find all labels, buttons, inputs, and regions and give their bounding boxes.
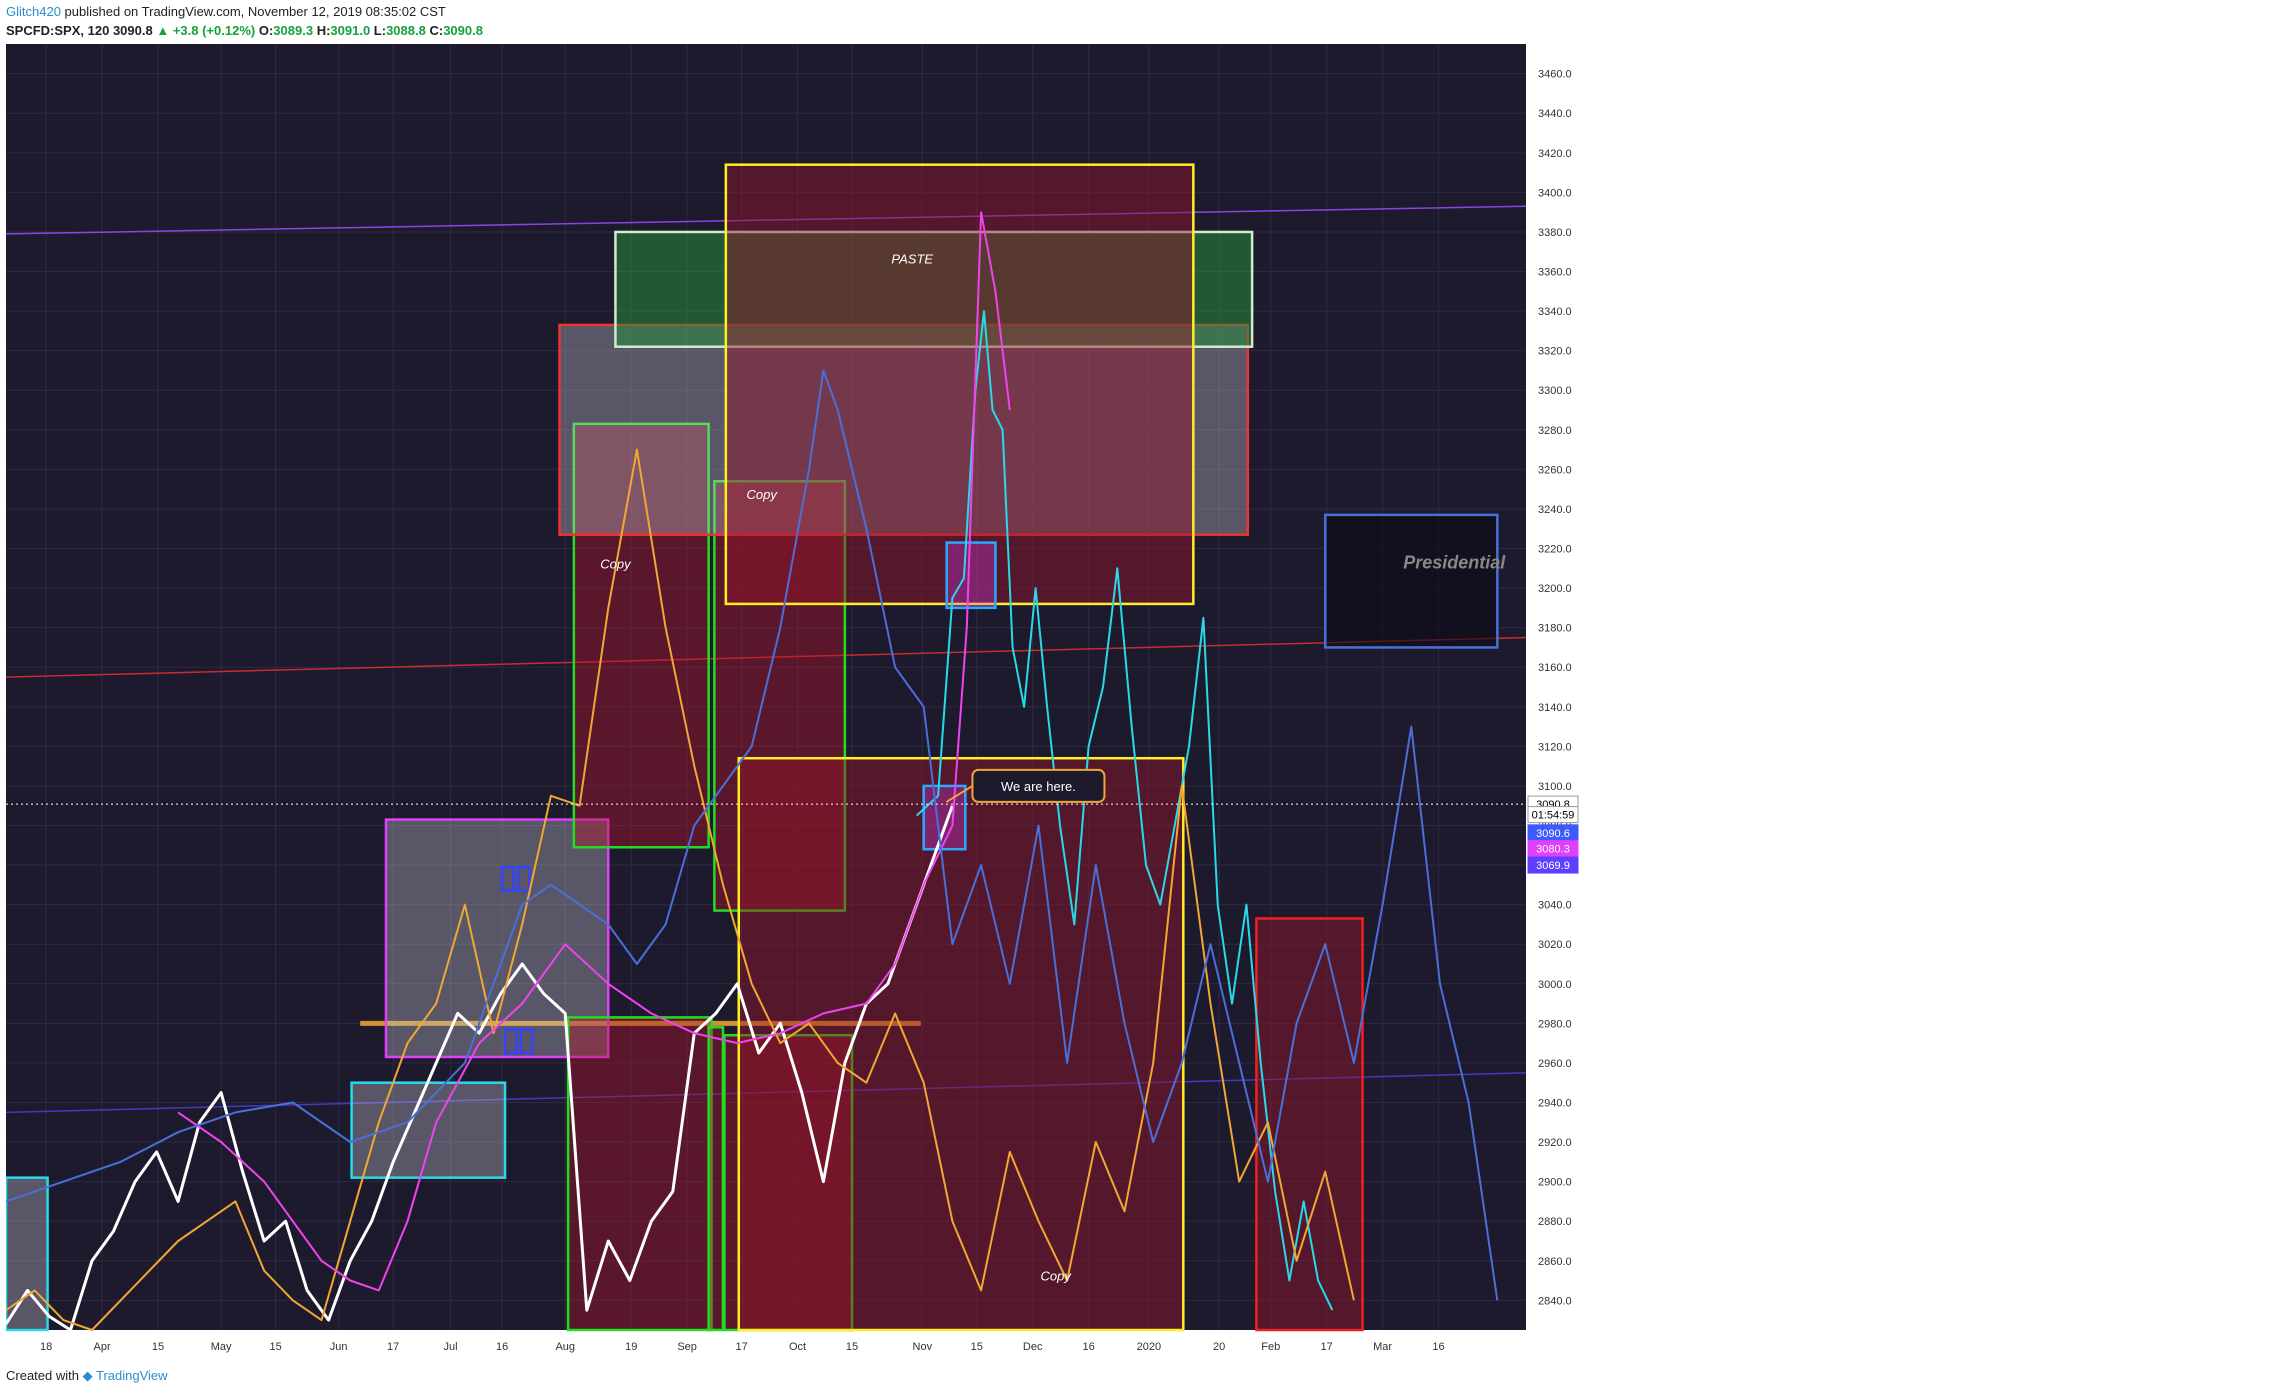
x-tick-label: 17	[387, 1341, 399, 1353]
publish-info: Glitch420 published on TradingView.com, …	[6, 4, 446, 19]
x-tick-label: 20	[1213, 1341, 1225, 1353]
low-label: L:	[373, 23, 387, 38]
zone-box	[707, 1026, 725, 1332]
zone-box	[519, 1028, 534, 1055]
y-tick-label: 3280.0	[1538, 425, 1572, 437]
y-tick-label: 3260.0	[1538, 464, 1572, 476]
zone-box	[503, 1028, 518, 1055]
y-tick-label: 3220.0	[1538, 544, 1572, 556]
y-tick-label: 2860.0	[1538, 1256, 1572, 1268]
chart-annotation: Copy	[600, 556, 632, 571]
open-value: 3089.3	[273, 23, 314, 38]
y-tick-label: 3020.0	[1538, 939, 1572, 951]
x-tick-label: Jul	[443, 1341, 457, 1353]
symbol-info: SPCFD:SPX, 120 3090.8 ▲ +3.8 (+0.12%) O:…	[6, 23, 483, 38]
chart-annotation: Copy	[747, 487, 779, 502]
y-tick-label: 3400.0	[1538, 187, 1572, 199]
footer: Created with ◆ TradingView	[6, 1368, 168, 1384]
low-value: 3088.8	[386, 23, 426, 38]
y-tick-label: 2880.0	[1538, 1216, 1572, 1228]
zone-box	[500, 865, 515, 893]
y-tick-label: 3300.0	[1538, 385, 1572, 397]
x-tick-label: Aug	[555, 1341, 575, 1353]
chart-annotation: Copy	[1040, 1269, 1072, 1284]
last-price: 3090.8	[112, 23, 153, 38]
x-tick-label: Feb	[1261, 1341, 1280, 1353]
chart-annotation: PASTE	[891, 252, 933, 267]
y-tick-label: 3140.0	[1538, 702, 1572, 714]
zone-box	[945, 541, 997, 610]
x-tick-label: Sep	[677, 1341, 697, 1353]
y-tick-label: 3240.0	[1538, 504, 1572, 516]
x-tick-label: 16	[1083, 1341, 1095, 1353]
y-tick-label: 3380.0	[1538, 227, 1572, 239]
y-tick-label: 2960.0	[1538, 1058, 1572, 1070]
y-tick-label: 3040.0	[1538, 900, 1572, 912]
zone-box	[1323, 513, 1499, 649]
high-label: H:	[316, 23, 331, 38]
x-tick-label: 15	[846, 1341, 858, 1353]
x-tick-label: May	[211, 1341, 232, 1353]
x-tick-label: Nov	[913, 1341, 933, 1353]
callout-text: We are here.	[1001, 779, 1076, 794]
tradingview-brand[interactable]: TradingView	[96, 1368, 168, 1383]
x-tick-label: 15	[971, 1341, 983, 1353]
x-tick-label: 16	[496, 1341, 508, 1353]
y-tick-label: 3000.0	[1538, 979, 1572, 991]
y-tick-label: 3160.0	[1538, 662, 1572, 674]
high-value: 3091.0	[330, 23, 371, 38]
y-tick-label: 3120.0	[1538, 741, 1572, 753]
y-tick-label: 3320.0	[1538, 346, 1572, 358]
y-tick-label: 3180.0	[1538, 623, 1572, 635]
price-tag-label: 01:54:59	[1532, 810, 1575, 822]
x-tick-label: Jun	[330, 1341, 348, 1353]
published-text: published on TradingView.com, November 1…	[64, 4, 446, 19]
close-label: C:	[429, 23, 444, 38]
x-tick-label: 18	[40, 1341, 52, 1353]
x-tick-label: 15	[152, 1341, 164, 1353]
price-axis-background	[1526, 44, 2264, 1330]
zone-box	[516, 865, 531, 893]
y-tick-label: 2920.0	[1538, 1137, 1572, 1149]
chart-header: Glitch420 published on TradingView.com, …	[6, 2, 2266, 44]
price-chart[interactable]: 2840.0 2860.0 2880.0 2900.0 2920.0 2940.0 2960…	[6, 44, 2264, 1364]
y-tick-label: 3460.0	[1538, 69, 1572, 81]
y-tick-label: 3440.0	[1538, 108, 1572, 120]
y-tick-label: 3200.0	[1538, 583, 1572, 595]
x-tick-label: Dec	[1023, 1341, 1043, 1353]
x-tick-label: 17	[735, 1341, 747, 1353]
x-tick-label: 17	[1321, 1341, 1333, 1353]
open-label: O:	[258, 23, 274, 38]
x-tick-label: 19	[625, 1341, 637, 1353]
y-tick-label: 3100.0	[1538, 781, 1572, 793]
y-tick-label: 3340.0	[1538, 306, 1572, 318]
x-tick-label: 15	[269, 1341, 281, 1353]
y-tick-label: 3420.0	[1538, 148, 1572, 160]
tradingview-logo-icon: ◆	[82, 1368, 93, 1383]
created-with-text: Created with	[6, 1368, 79, 1383]
symbol-label: SPCFD:SPX, 120	[6, 23, 110, 38]
price-tag-label: 3069.9	[1536, 860, 1570, 872]
author-link[interactable]: Glitch420	[6, 4, 61, 19]
zone-box	[350, 1081, 507, 1179]
close-value: 3090.8	[443, 23, 483, 38]
x-tick-label: Oct	[789, 1341, 806, 1353]
y-tick-label: 2940.0	[1538, 1097, 1572, 1109]
x-tick-label: 2020	[1137, 1341, 1161, 1353]
x-tick-label: 16	[1432, 1341, 1444, 1353]
price-tag-label: 3090.6	[1536, 828, 1570, 840]
y-tick-label: 2840.0	[1538, 1295, 1572, 1307]
x-tick-label: Mar	[1373, 1341, 1392, 1353]
x-tick-label: Apr	[94, 1341, 111, 1353]
y-tick-label: 3360.0	[1538, 267, 1572, 279]
change-value: ▲ +3.8 (+0.12%)	[156, 23, 256, 38]
chart-annotation: Presidential	[1403, 552, 1506, 572]
price-tag-label: 3080.3	[1536, 844, 1570, 856]
y-tick-label: 2900.0	[1538, 1177, 1572, 1189]
y-tick-label: 2980.0	[1538, 1018, 1572, 1030]
